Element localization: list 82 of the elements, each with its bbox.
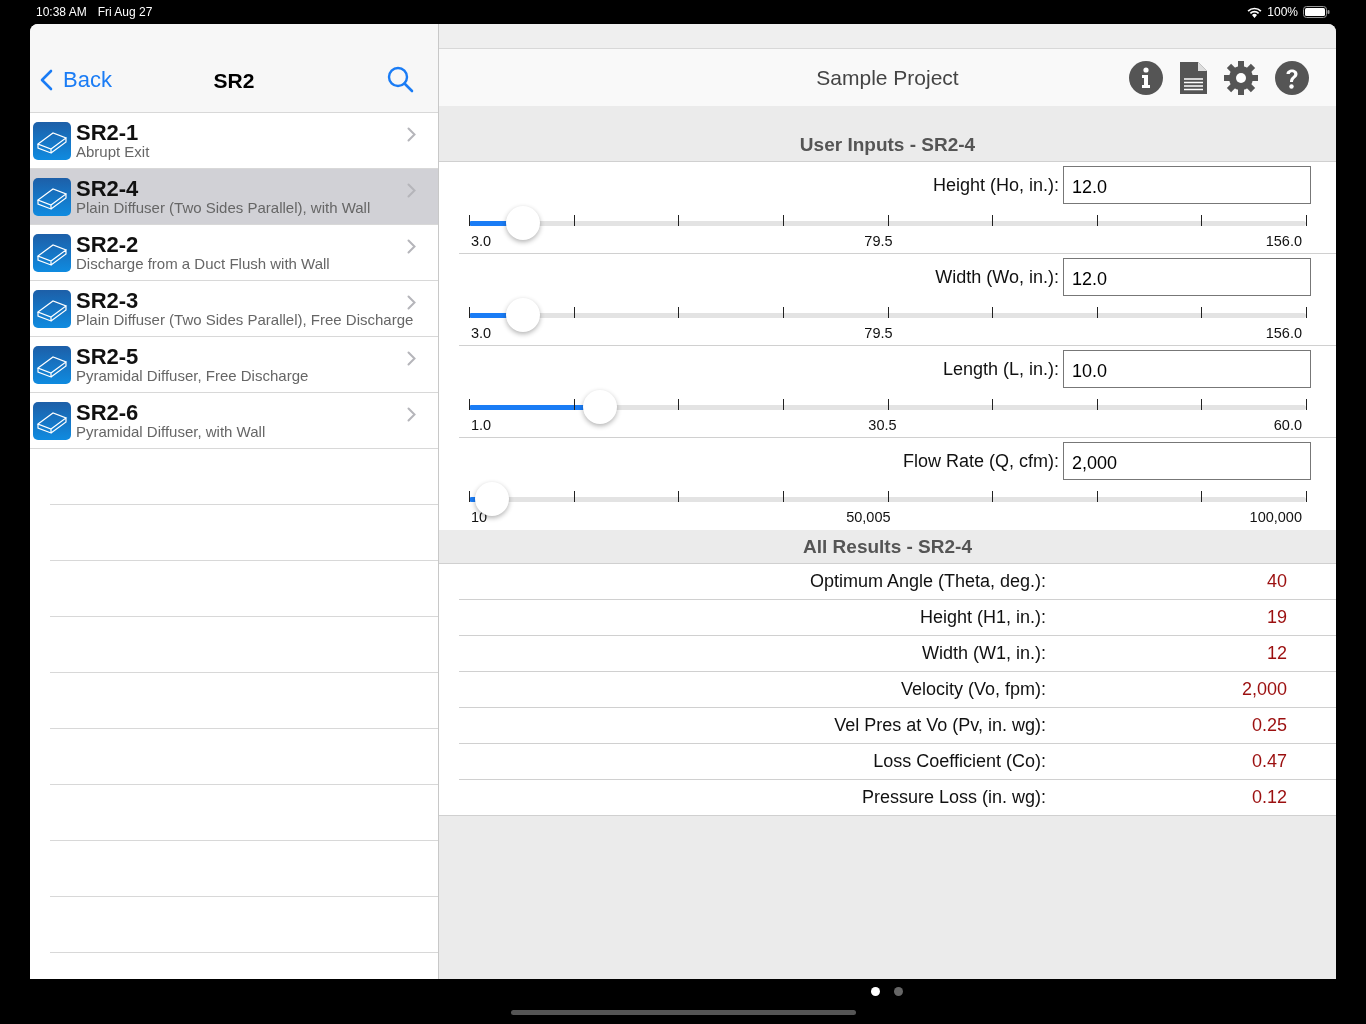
result-value: 0.25 xyxy=(1250,715,1287,736)
settings-icon[interactable] xyxy=(1224,60,1258,95)
slider[interactable] xyxy=(467,485,1308,513)
box-icon xyxy=(33,233,71,272)
info-icon[interactable] xyxy=(1129,60,1163,95)
result-value: 12 xyxy=(1265,643,1287,664)
field-label: Flow Rate (Q, cfm): xyxy=(903,450,1059,472)
result-label: Velocity (Vo, fpm): xyxy=(899,679,1046,700)
result-label: Vel Pres at Vo (Pv, in. wg): xyxy=(833,715,1046,736)
result-label: Optimum Angle (Theta, deg.): xyxy=(808,571,1046,592)
slider[interactable] xyxy=(467,209,1308,237)
result-label: Loss Coefficient (Co): xyxy=(872,751,1046,772)
status-date: Fri Aug 27 xyxy=(97,5,153,19)
chevron-right-icon xyxy=(407,407,416,422)
item-code: SR2-6 xyxy=(76,401,139,425)
battery-percent: 100% xyxy=(1267,5,1298,19)
wifi-icon xyxy=(1247,6,1263,18)
input-field[interactable]: 10.0 xyxy=(1063,350,1311,388)
scale-mid: 79.5 xyxy=(864,233,893,249)
scale-min: 3.0 xyxy=(471,325,492,341)
scale-min: 3.0 xyxy=(471,233,492,249)
result-label: Pressure Loss (in. wg): xyxy=(860,787,1046,808)
status-time: 10:38 AM xyxy=(36,5,87,19)
item-code: SR2-4 xyxy=(76,177,139,201)
scale-max: 156.0 xyxy=(1265,233,1302,249)
box-icon xyxy=(33,289,71,328)
scale-mid: 30.5 xyxy=(868,417,897,433)
scale-max: 100,000 xyxy=(1249,509,1302,525)
help-icon[interactable] xyxy=(1275,60,1309,95)
chevron-right-icon xyxy=(407,183,416,198)
input-field[interactable]: 12.0 xyxy=(1063,166,1311,204)
project-title: Sample Project xyxy=(815,65,960,90)
battery-icon xyxy=(1303,6,1330,18)
chevron-right-icon xyxy=(407,295,416,310)
item-description: Pyramidal Diffuser, Free Discharge xyxy=(76,368,309,384)
scale-max: 60.0 xyxy=(1273,417,1302,433)
list-item[interactable]: SR2-3 Plain Diffuser (Two Sides Parallel), Free Discharge xyxy=(30,281,438,337)
result-value: 19 xyxy=(1265,607,1287,628)
box-icon xyxy=(33,401,71,440)
slider[interactable] xyxy=(467,301,1308,329)
page-dot[interactable] xyxy=(871,987,880,996)
item-description: Pyramidal Diffuser, with Wall xyxy=(76,424,266,440)
item-description: Discharge from a Duct Flush with Wall xyxy=(76,256,330,272)
scale-mid: 79.5 xyxy=(864,325,893,341)
document-icon[interactable] xyxy=(1180,61,1207,94)
scale-mid: 50,005 xyxy=(846,509,891,525)
chevron-right-icon xyxy=(407,127,416,142)
list-item[interactable]: SR2-6 Pyramidal Diffuser, with Wall xyxy=(30,393,438,449)
input-field[interactable]: 12.0 xyxy=(1063,258,1311,296)
item-code: SR2-3 xyxy=(76,289,139,313)
slider[interactable] xyxy=(467,393,1308,421)
result-value: 2,000 xyxy=(1240,679,1287,700)
field-label: Length (L, in.): xyxy=(942,358,1059,380)
result-label: Width (W1, in.): xyxy=(921,643,1046,664)
chevron-right-icon xyxy=(407,239,416,254)
back-button[interactable]: Back xyxy=(38,66,114,93)
page-dot[interactable] xyxy=(894,987,903,996)
search-icon[interactable] xyxy=(387,66,414,93)
list-item[interactable]: SR2-2 Discharge from a Duct Flush with Wall xyxy=(30,225,438,281)
chevron-right-icon xyxy=(407,351,416,366)
box-icon xyxy=(33,121,71,160)
item-description: Abrupt Exit xyxy=(76,144,150,160)
result-label: Height (H1, in.): xyxy=(918,607,1046,628)
result-value: 40 xyxy=(1265,571,1287,592)
chevron-left-icon xyxy=(40,68,53,91)
item-description: Plain Diffuser (Two Sides Parallel), with Wall xyxy=(76,200,371,216)
result-value: 0.47 xyxy=(1250,751,1287,772)
item-description: Plain Diffuser (Two Sides Parallel), Free Discharge xyxy=(76,312,414,328)
item-code: SR2-5 xyxy=(76,345,139,369)
box-icon xyxy=(33,177,71,216)
field-label: Width (Wo, in.): xyxy=(935,266,1059,288)
list-item[interactable]: SR2-5 Pyramidal Diffuser, Free Discharge xyxy=(30,337,438,393)
sidebar-title: SR2 xyxy=(212,69,256,93)
item-code: SR2-1 xyxy=(76,121,139,145)
list-item[interactable]: SR2-4 Plain Diffuser (Two Sides Parallel), with Wall xyxy=(30,169,438,225)
input-field[interactable]: 2,000 xyxy=(1063,442,1311,480)
field-label: Height (Ho, in.): xyxy=(932,174,1059,196)
box-icon xyxy=(33,345,71,384)
scale-max: 156.0 xyxy=(1265,325,1302,341)
item-code: SR2-2 xyxy=(76,233,139,257)
scale-min: 1.0 xyxy=(471,417,492,433)
result-value: 0.12 xyxy=(1250,787,1287,808)
